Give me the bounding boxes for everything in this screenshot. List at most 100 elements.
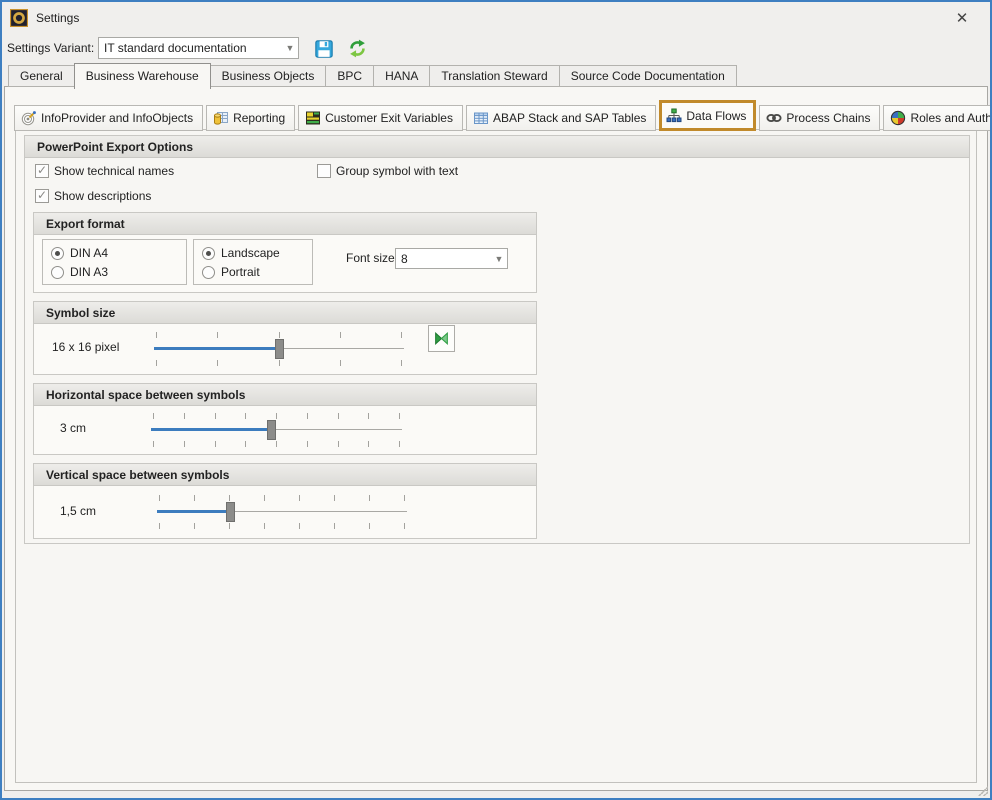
tab-business-objects[interactable]: Business Objects: [210, 65, 327, 87]
tab-label: Reporting: [233, 111, 285, 125]
group-header: Vertical space between symbols: [34, 464, 536, 486]
tab-bpc[interactable]: BPC: [325, 65, 374, 87]
radio-dot: [51, 266, 64, 279]
slider-thumb[interactable]: [226, 502, 235, 522]
checkbox-box: [317, 164, 331, 178]
checkbox-box: [35, 164, 49, 178]
slider-thumb[interactable]: [275, 339, 284, 359]
tab-reporting[interactable]: Reporting: [206, 105, 295, 131]
horizontal-space-group: Horizontal space between symbols 3 cm: [33, 383, 537, 455]
group-content: 3 cm: [34, 406, 536, 454]
radio-label: Portrait: [221, 265, 260, 279]
settings-variant-dropdown[interactable]: IT standard documentation ▼: [98, 37, 299, 59]
business-warehouse-page: InfoProvider and InfoObjects Reporting: [4, 86, 988, 791]
close-icon[interactable]: ✕: [950, 7, 974, 31]
vertical-space-slider[interactable]: [157, 491, 407, 533]
portrait-radio[interactable]: Portrait: [202, 265, 260, 279]
chevron-down-icon: ▼: [491, 254, 507, 264]
tab-label: Data Flows: [686, 109, 746, 123]
settings-window: Settings ✕ Settings Variant: IT standard…: [0, 0, 992, 800]
group-content: 1,5 cm: [34, 486, 536, 538]
tab-label: BPC: [337, 69, 362, 83]
secondary-tab-strip: InfoProvider and InfoObjects Reporting: [14, 100, 992, 131]
title-bar: Settings ✕: [2, 2, 990, 34]
radio-label: Landscape: [221, 246, 280, 260]
slider-track: [151, 429, 402, 430]
radio-label: DIN A3: [70, 265, 108, 279]
tab-process-chains[interactable]: Process Chains: [759, 105, 880, 131]
radio-dot: [202, 247, 215, 260]
slider-ticks: [153, 413, 400, 419]
orientation-radio-group: Landscape Portrait: [193, 239, 313, 285]
refresh-arrows-icon: [348, 39, 367, 58]
window-title: Settings: [36, 2, 79, 34]
horizontal-space-slider[interactable]: [151, 409, 402, 451]
checkbox-label: Show descriptions: [54, 189, 151, 203]
roles-sphere-icon: [890, 110, 906, 126]
show-technical-names-checkbox[interactable]: Show technical names: [35, 164, 174, 178]
chain-link-icon: [766, 110, 782, 126]
save-button[interactable]: [313, 38, 335, 60]
tab-infoprovider-and-infoobjects[interactable]: InfoProvider and InfoObjects: [14, 105, 203, 131]
tab-source-code-documentation[interactable]: Source Code Documentation: [559, 65, 737, 87]
tab-customer-exit-variables[interactable]: Customer Exit Variables: [298, 105, 463, 131]
tab-hana[interactable]: HANA: [373, 65, 430, 87]
slider-ticks: [159, 495, 405, 501]
tab-label: ABAP Stack and SAP Tables: [493, 111, 646, 125]
din-a4-radio[interactable]: DIN A4: [51, 246, 108, 260]
checkbox-box: [35, 189, 49, 203]
vertical-space-group: Vertical space between symbols 1,5 cm: [33, 463, 537, 539]
tab-label: InfoProvider and InfoObjects: [41, 111, 193, 125]
paper-size-radio-group: DIN A4 DIN A3: [42, 239, 187, 285]
variant-bar: Settings Variant: IT standard documentat…: [2, 34, 990, 63]
horizontal-space-value: 3 cm: [60, 421, 86, 435]
symbol-size-slider[interactable]: [154, 328, 404, 370]
tab-data-flows[interactable]: Data Flows: [659, 100, 756, 131]
slider-fill: [157, 510, 230, 513]
landscape-radio[interactable]: Landscape: [202, 246, 280, 260]
group-symbol-with-text-checkbox[interactable]: Group symbol with text: [317, 164, 458, 178]
group-header: Horizontal space between symbols: [34, 384, 536, 406]
tab-general[interactable]: General: [8, 65, 75, 87]
data-flows-panel: PowerPoint Export Options Show technical…: [15, 129, 977, 783]
group-content: Show technical names Group symbol with t…: [25, 158, 969, 543]
font-size-value: 8: [396, 252, 491, 266]
font-size-dropdown[interactable]: 8 ▼: [395, 248, 508, 269]
powerpoint-export-options-group: PowerPoint Export Options Show technical…: [24, 135, 970, 544]
tab-label: Process Chains: [786, 111, 870, 125]
symbol-preview: [428, 325, 455, 352]
target-icon: [21, 110, 37, 126]
din-a3-radio[interactable]: DIN A3: [51, 265, 108, 279]
resize-grip[interactable]: [978, 786, 988, 796]
show-descriptions-checkbox[interactable]: Show descriptions: [35, 189, 151, 203]
tab-translation-steward[interactable]: Translation Steward: [429, 65, 559, 87]
tab-roles-and-authorizations[interactable]: Roles and Authorizations: [883, 105, 992, 131]
report-database-icon: [213, 110, 229, 126]
font-size-label: Font size: [346, 251, 395, 265]
slider-fill: [154, 347, 279, 350]
slider-ticks: [153, 441, 400, 447]
slider-fill: [151, 428, 271, 431]
checkbox-label: Group symbol with text: [336, 164, 458, 178]
group-header: Symbol size: [34, 302, 536, 324]
primary-tab-strip: General Business Warehouse Business Obje…: [8, 63, 736, 87]
chevron-down-icon: ▼: [282, 43, 298, 53]
tab-label: General: [20, 69, 63, 83]
table-icon: [473, 110, 489, 126]
group-content: DIN A4 DIN A3 Landscape: [34, 235, 536, 292]
refresh-button[interactable]: [346, 38, 368, 60]
slider-ticks: [159, 523, 405, 529]
tab-abap-stack-and-sap-tables[interactable]: ABAP Stack and SAP Tables: [466, 105, 656, 131]
tab-business-warehouse[interactable]: Business Warehouse: [74, 63, 211, 89]
slider-track: [157, 511, 407, 512]
tab-label: Roles and Authorizations: [910, 111, 992, 125]
slider-thumb[interactable]: [267, 420, 276, 440]
tab-label: Business Objects: [222, 69, 315, 83]
tab-label: Business Warehouse: [86, 69, 199, 83]
variables-table-icon: [305, 110, 321, 126]
tab-label: Customer Exit Variables: [325, 111, 453, 125]
save-floppy-icon: [314, 39, 334, 59]
bw-symbol-preview-icon: [433, 330, 450, 347]
tab-label: Source Code Documentation: [571, 69, 725, 83]
variant-value: IT standard documentation: [99, 41, 282, 55]
